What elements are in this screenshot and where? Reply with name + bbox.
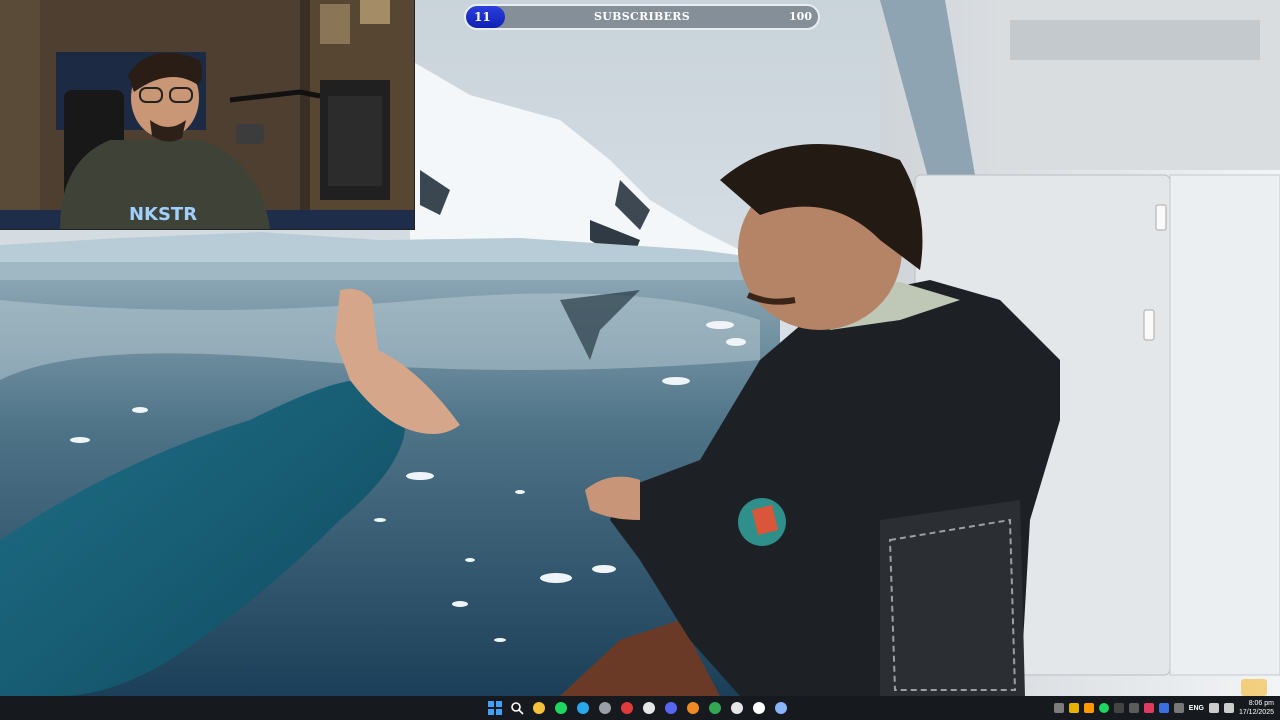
settings-icon[interactable] — [772, 699, 790, 717]
tray-mic-icon[interactable] — [1173, 703, 1184, 713]
language-indicator[interactable]: ENG — [1189, 705, 1204, 712]
tray-overflow-icon[interactable] — [1053, 703, 1064, 713]
tray-app-icon[interactable] — [1068, 703, 1079, 713]
channel-watermark — [1241, 679, 1267, 696]
discord-icon[interactable] — [662, 699, 680, 717]
clock-time: 8:06 pm — [1248, 700, 1274, 707]
system-tray: ENG 8:06 pm 17/12/2025 — [1053, 696, 1274, 720]
start-icon[interactable] — [486, 699, 504, 717]
tray-app-icon[interactable] — [1158, 703, 1169, 713]
webcam-feed: NKSTR — [0, 0, 414, 229]
subscriber-label: SUBSCRIBERS — [594, 10, 690, 23]
tray-app-icon[interactable] — [1128, 703, 1139, 713]
volume-icon[interactable] — [1223, 703, 1234, 713]
spotify-icon[interactable] — [552, 699, 570, 717]
webcam-overlay: NKSTR — [0, 0, 415, 230]
subscriber-goal-bar: 11 SUBSCRIBERS 100 — [464, 4, 820, 30]
file-explorer-icon[interactable] — [530, 699, 548, 717]
tray-app-icon[interactable] — [1143, 703, 1154, 713]
clock-icon[interactable] — [750, 699, 768, 717]
xbox-icon[interactable] — [596, 699, 614, 717]
network-icon[interactable] — [1208, 703, 1219, 713]
github-icon[interactable] — [728, 699, 746, 717]
telegram-icon[interactable] — [574, 699, 592, 717]
recorder-icon[interactable] — [618, 699, 636, 717]
taskbar-apps — [486, 699, 790, 717]
tray-spotify-icon[interactable] — [1098, 703, 1109, 713]
vlc-icon[interactable] — [684, 699, 702, 717]
taskbar-clock[interactable]: 8:06 pm 17/12/2025 — [1239, 699, 1274, 717]
hoodie-logo: NKSTR — [129, 204, 197, 225]
epic-games-icon[interactable] — [640, 699, 658, 717]
tray-app-icon[interactable] — [1083, 703, 1094, 713]
chrome-icon[interactable] — [706, 699, 724, 717]
taskbar: ENG 8:06 pm 17/12/2025 — [0, 696, 1280, 720]
subscriber-goal: 100 — [789, 10, 812, 23]
clock-date: 17/12/2025 — [1238, 709, 1274, 716]
search-icon[interactable] — [508, 699, 526, 717]
tray-app-icon[interactable] — [1113, 703, 1124, 713]
